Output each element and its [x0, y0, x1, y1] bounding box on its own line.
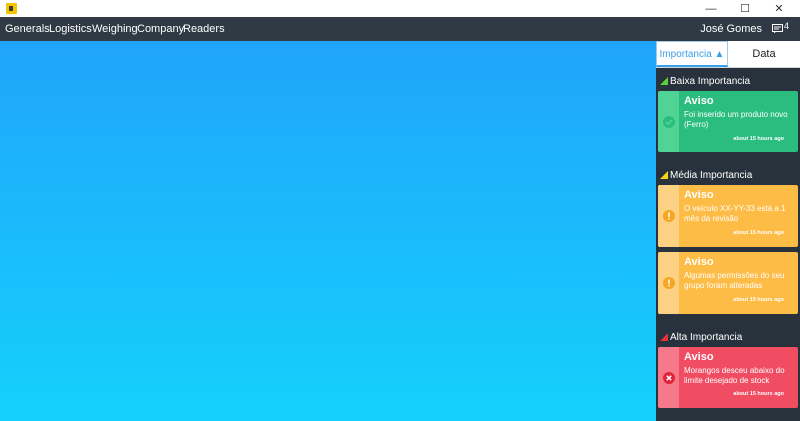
notifications-panel: Importancia ▲ Data Baixa Importancia Avi… — [656, 41, 800, 421]
notification-count: 4 — [784, 21, 790, 31]
card-timestamp: about 15 hours ago — [733, 136, 784, 142]
menu-item-generals[interactable]: Generals — [5, 17, 50, 41]
card-message: Morangos desceu abaixo do limite desejad… — [684, 366, 785, 385]
section-title-medium: Média Importancia — [670, 170, 753, 181]
app-logo-icon — [6, 3, 17, 14]
menu-item-weighing[interactable]: Weighing — [92, 17, 138, 41]
menu-bar: Generals Logistics Weighing Company Read… — [0, 17, 800, 41]
section-title-low: Baixa Importancia — [670, 76, 751, 87]
card-title: Aviso — [684, 95, 714, 107]
warning-circle-icon — [662, 210, 675, 222]
card-title: Aviso — [684, 256, 714, 268]
high-importance-icon — [660, 333, 668, 341]
notification-icon — [772, 24, 783, 34]
main-content-area — [0, 41, 656, 421]
card-strip — [658, 347, 679, 408]
card-message: Foi inserido um produto novo (Ferro) — [684, 110, 788, 129]
tab-date[interactable]: Data — [728, 41, 800, 67]
check-circle-icon — [662, 115, 675, 128]
notification-card-low-1[interactable]: Aviso Foi inserido um produto novo (Ferr… — [658, 91, 798, 152]
tab-importance[interactable]: Importancia ▲ — [656, 41, 728, 67]
maximize-button[interactable]: ☐ — [728, 0, 762, 17]
menu-item-logistics[interactable]: Logistics — [49, 17, 92, 41]
notification-card-medium-2[interactable]: Aviso Algumas permissões do seu grupo fo… — [658, 252, 798, 314]
section-title-high: Alta Importancia — [670, 332, 743, 343]
card-message: O veículo XX-YY-33 está a 1 mês da revis… — [684, 204, 786, 223]
title-bar: — ☐ ✕ — [0, 0, 800, 17]
card-timestamp: about 15 hours ago — [733, 230, 784, 236]
menu-item-company[interactable]: Company — [137, 17, 184, 41]
user-name[interactable]: José Gomes — [700, 17, 762, 41]
notification-card-medium-1[interactable]: Aviso O veículo XX-YY-33 está a 1 mês da… — [658, 185, 798, 247]
card-timestamp: about 15 hours ago — [733, 297, 784, 303]
close-button[interactable]: ✕ — [762, 0, 796, 17]
card-strip — [658, 252, 679, 314]
error-circle-icon — [662, 371, 675, 384]
notification-card-high-1[interactable]: Aviso Morangos desceu abaixo do limite d… — [658, 347, 798, 408]
minimize-button[interactable]: — — [694, 0, 728, 17]
menu-item-readers[interactable]: Readers — [183, 17, 225, 41]
card-title: Aviso — [684, 189, 714, 201]
card-title: Aviso — [684, 351, 714, 363]
sort-tabs: Importancia ▲ Data — [656, 41, 800, 68]
medium-importance-icon — [660, 171, 668, 179]
notifications-button[interactable]: 4 — [772, 21, 794, 37]
low-importance-icon — [660, 77, 668, 85]
card-strip — [658, 91, 679, 152]
card-strip — [658, 185, 679, 247]
card-message: Algumas permissões do seu grupo foram al… — [684, 271, 785, 290]
card-timestamp: about 15 hours ago — [733, 391, 784, 397]
warning-circle-icon — [662, 277, 675, 289]
